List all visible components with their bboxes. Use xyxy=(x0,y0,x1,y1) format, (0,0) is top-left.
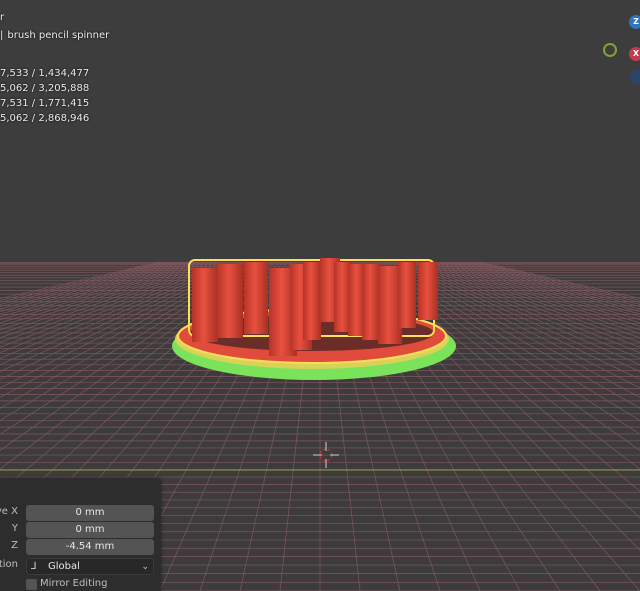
cylinder xyxy=(192,268,218,342)
x-axis-gizmo-icon[interactable]: X xyxy=(629,47,640,61)
mirror-editing-row: Mirror Editing xyxy=(0,578,161,591)
cylinder xyxy=(244,262,268,334)
move-y-field[interactable]: 0 mm xyxy=(26,522,154,538)
cylinder xyxy=(398,262,416,328)
stat-faces: 5,062 / 2,868,946 xyxy=(0,113,90,124)
move-y-label: Y xyxy=(11,523,18,534)
move-x-field[interactable]: 0 mm xyxy=(26,505,154,521)
scene-statistics: 7,533 / 1,434,477 5,062 / 3,205,888 7,53… xyxy=(0,66,89,126)
orientation-select[interactable]: ⅃ Global ⌄ xyxy=(26,558,154,575)
stat-vertices: 5,062 / 3,205,888 xyxy=(0,83,90,94)
cylinder xyxy=(418,262,438,320)
move-x-label: ve X xyxy=(0,506,18,517)
y-axis-gizmo-icon[interactable] xyxy=(603,43,617,57)
chevron-down-icon: ⌄ xyxy=(141,562,149,572)
orientation-label: ation xyxy=(0,559,18,570)
cylinder xyxy=(362,264,380,340)
object-name-label: | brush pencil spinner xyxy=(0,30,110,41)
orientation-row: ation ⅃ Global ⌄ xyxy=(0,558,161,575)
mirror-editing-checkbox[interactable] xyxy=(26,579,37,590)
move-z-label: Z xyxy=(11,540,18,551)
move-x-row: ve X 0 mm xyxy=(0,505,161,522)
cylinder xyxy=(217,264,243,338)
mirror-editing-label: Mirror Editing xyxy=(40,578,108,589)
3d-viewport[interactable]: r | brush pencil spinner 7,533 / 1,434,47… xyxy=(0,0,640,591)
adjust-last-operation-panel: ve X 0 mm Y 0 mm Z -4.54 mm ation ⅃ Glob… xyxy=(0,478,161,591)
cylinder xyxy=(303,262,321,340)
orientation-value: Global xyxy=(48,561,80,572)
viewport-mode-label: r xyxy=(0,12,5,23)
neg-y-axis-gizmo-icon[interactable] xyxy=(630,70,640,84)
stat-edges: 7,531 / 1,771,415 xyxy=(0,98,90,109)
move-z-field[interactable]: -4.54 mm xyxy=(26,539,154,555)
move-y-row: Y 0 mm xyxy=(0,522,161,539)
stat-objects: 7,533 / 1,434,477 xyxy=(0,68,90,79)
move-z-row: Z -4.54 mm xyxy=(0,539,161,556)
z-axis-gizmo-icon[interactable]: Z xyxy=(629,15,640,29)
object-name: brush pencil spinner xyxy=(7,30,110,41)
orientation-axes-icon: ⅃ xyxy=(31,561,37,572)
